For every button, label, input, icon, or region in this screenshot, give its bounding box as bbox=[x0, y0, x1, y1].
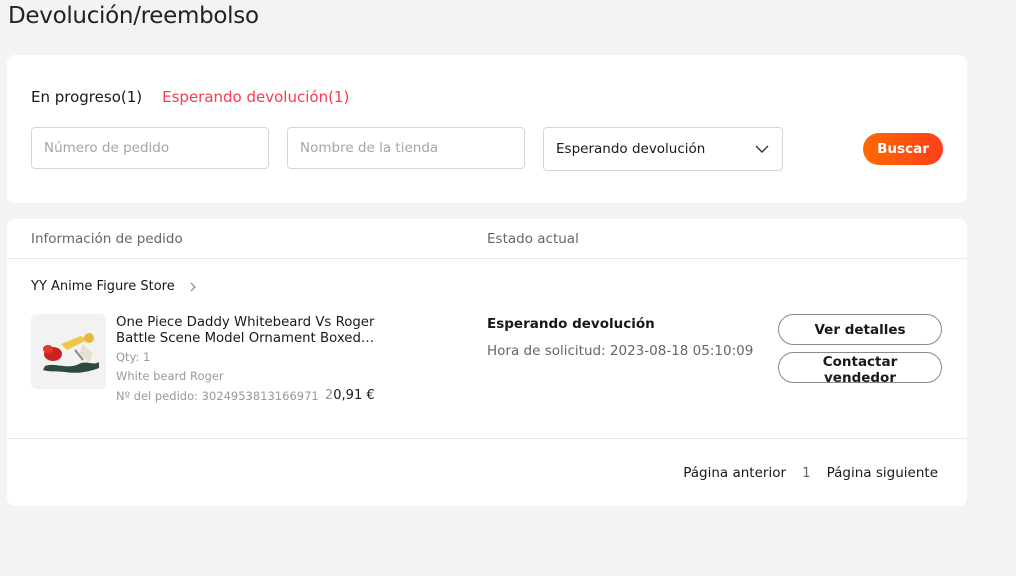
header-order-info: Información de pedido bbox=[31, 231, 183, 247]
current-page-number[interactable]: 1 bbox=[802, 465, 811, 481]
divider bbox=[7, 438, 967, 439]
product-title[interactable]: One Piece Daddy Whitebeard Vs Roger Batt… bbox=[116, 315, 386, 347]
chevron-right-icon bbox=[190, 282, 196, 291]
status-tabs: En progreso(1) Esperando devolución(1) bbox=[31, 88, 349, 106]
page-title: Devolución/reembolso bbox=[8, 3, 259, 29]
status-select[interactable]: Esperando devolución bbox=[543, 127, 783, 171]
order-status: Esperando devolución bbox=[487, 316, 655, 332]
chevron-down-icon bbox=[755, 145, 769, 153]
pagination: Página anterior 1 Página siguiente bbox=[683, 465, 938, 481]
tab-awaiting-return[interactable]: Esperando devolución(1) bbox=[162, 88, 349, 106]
store-name-input[interactable] bbox=[287, 127, 525, 169]
status-select-value: Esperando devolución bbox=[556, 141, 706, 157]
next-page-link[interactable]: Página siguiente bbox=[827, 465, 938, 481]
contact-seller-button[interactable]: Contactar vendedor bbox=[778, 352, 942, 386]
store-name: YY Anime Figure Store bbox=[31, 279, 175, 294]
figure-image-icon bbox=[31, 314, 106, 389]
product-image[interactable] bbox=[31, 314, 106, 389]
table-header: Información de pedido Estado actual bbox=[7, 219, 967, 259]
tab-in-progress[interactable]: En progreso(1) bbox=[31, 88, 142, 106]
request-time: Hora de solicitud: 2023-08-18 05:10:09 bbox=[487, 343, 754, 359]
prev-page-link[interactable]: Página anterior bbox=[683, 465, 786, 481]
orders-panel: Información de pedido Estado actual YY A… bbox=[7, 219, 967, 506]
order-number: Nº del pedido: 3024953813166971 bbox=[116, 389, 319, 403]
view-details-button[interactable]: Ver detalles bbox=[778, 314, 942, 345]
product-qty: Qty: 1 bbox=[116, 350, 151, 364]
search-button[interactable]: Buscar bbox=[863, 133, 943, 165]
store-link[interactable]: YY Anime Figure Store bbox=[31, 279, 199, 294]
product-price: 20,91 € bbox=[325, 388, 375, 403]
order-number-input[interactable] bbox=[31, 127, 269, 169]
product-variant: White beard Roger bbox=[116, 369, 224, 383]
header-current-status: Estado actual bbox=[487, 231, 579, 247]
filter-panel: En progreso(1) Esperando devolución(1) E… bbox=[7, 55, 967, 203]
price-amount: 0,91 € bbox=[333, 388, 375, 403]
